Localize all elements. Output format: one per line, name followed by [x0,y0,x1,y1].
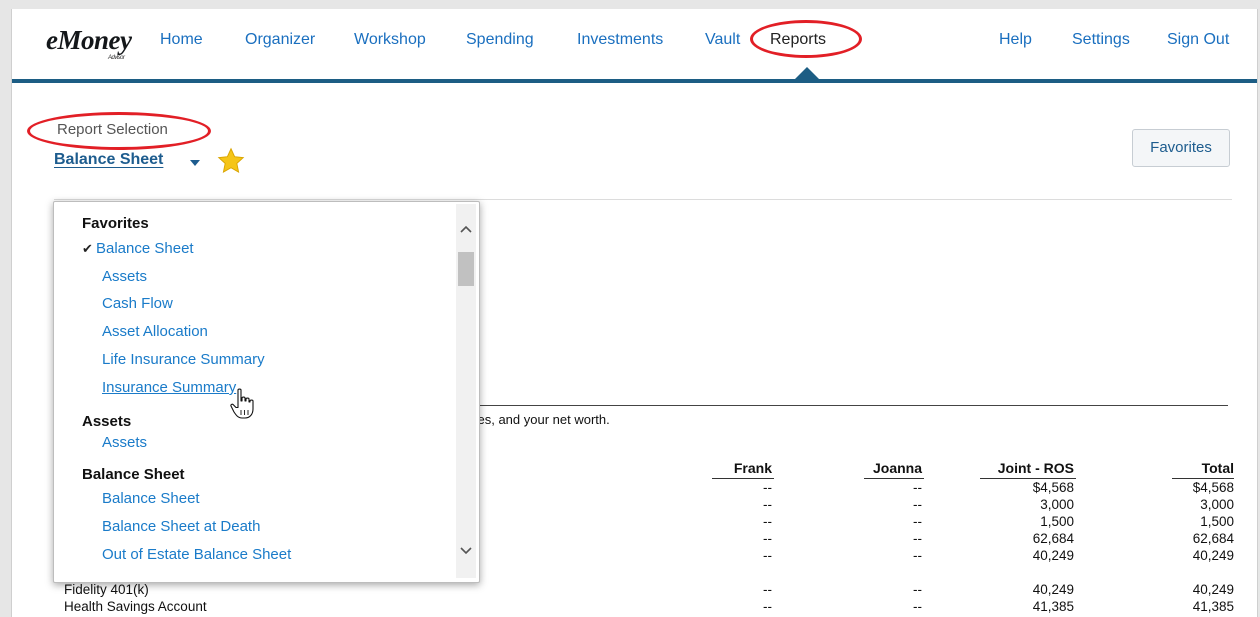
report-description: ties, and your net worth. [471,412,610,427]
nav-home[interactable]: Home [160,31,203,49]
favorites-button[interactable]: Favorites [1132,129,1230,167]
cell-joint: 62,684 [1032,531,1074,546]
menu-item-balance-sheet[interactable]: Balance Sheet [102,490,200,507]
cell-frank: -- [763,497,772,512]
cell-frank: -- [763,599,772,614]
menu-item-cash-flow[interactable]: Cash Flow [102,295,173,312]
cell-joint: 3,000 [1040,497,1074,512]
menu-item-assets[interactable]: Assets [102,434,147,451]
cell-joint: 41,385 [1032,599,1074,614]
report-dropdown-menu: Favorites ✔ Balance Sheet Assets Cash Flo… [53,201,480,583]
divider [54,199,1232,200]
cell-joint: 40,249 [1032,548,1074,563]
cell-joanna: -- [913,548,922,563]
column-underline [1172,478,1234,479]
menu-item-balance-sheet-at-death[interactable]: Balance Sheet at Death [102,518,260,535]
emoney-logo[interactable]: eMoney Advisor [46,25,132,61]
menu-item-balance-sheet[interactable]: ✔ Balance Sheet [82,240,194,257]
menu-item-out-of-estate-balance-sheet[interactable]: Out of Estate Balance Sheet [102,546,291,563]
cell-joint: $4,568 [1032,480,1074,495]
cell-total: 40,249 [1192,582,1234,597]
cell-frank: -- [763,480,772,495]
cell-joint: 1,500 [1040,514,1074,529]
menu-item-asset-allocation[interactable]: Asset Allocation [102,323,208,340]
cell-joanna: -- [913,582,922,597]
checkmark-icon: ✔ [82,241,93,256]
cell-joanna: -- [913,497,922,512]
active-nav-pointer [795,67,819,79]
nav-sign-out[interactable]: Sign Out [1167,31,1229,49]
column-header-joint-ros: Joint - ROS [997,460,1074,476]
nav-workshop[interactable]: Workshop [354,31,426,49]
app-window: eMoney Advisor Home Organizer Workshop S… [11,9,1258,617]
scroll-down-icon[interactable] [460,544,472,556]
menu-item-label: Balance Sheet [96,240,194,257]
menu-item-life-insurance-summary[interactable]: Life Insurance Summary [102,351,265,368]
menu-item-partially-visible[interactable] [102,572,106,582]
cell-joanna: -- [913,514,922,529]
cell-frank: -- [763,582,772,597]
row-label: Fidelity 401(k) [64,582,149,597]
nav-help[interactable]: Help [999,31,1032,49]
cell-frank: -- [763,514,772,529]
logo-subtext: Advisor [108,55,125,61]
cell-joanna: -- [913,531,922,546]
dropdown-scrollbar[interactable] [456,204,476,578]
report-selection-highlight-oval [27,112,211,150]
menu-item-assets[interactable]: Assets [102,268,147,285]
column-underline [864,478,924,479]
report-divider [452,405,1228,406]
cell-total: 40,249 [1192,548,1234,563]
scrollbar-thumb[interactable] [458,252,474,286]
group-heading-balance-sheet: Balance Sheet [82,466,185,483]
column-header-total: Total [1201,460,1234,476]
nav-spending[interactable]: Spending [466,31,534,49]
favorite-star-icon[interactable] [217,147,245,175]
cell-joint: 40,249 [1032,582,1074,597]
group-heading-favorites: Favorites [82,215,149,232]
cell-total: $4,568 [1192,480,1234,495]
column-header-joanna: Joanna [872,460,922,476]
cell-total: 1,500 [1200,514,1234,529]
menu-item-insurance-summary[interactable]: Insurance Summary [102,379,236,396]
row-label: Health Savings Account [64,599,207,614]
nav-organizer[interactable]: Organizer [245,31,315,49]
cell-total: 41,385 [1192,599,1234,614]
cell-joanna: -- [913,480,922,495]
cell-total: 3,000 [1200,497,1234,512]
hand-pointer-cursor-icon [230,388,254,419]
caret-down-icon[interactable] [190,160,200,166]
nav-vault[interactable]: Vault [705,31,740,49]
report-dropdown-toggle[interactable]: Balance Sheet [54,151,163,169]
logo-text: eMoney [46,25,132,55]
column-underline [712,478,774,479]
scroll-up-icon[interactable] [460,224,472,236]
cell-frank: -- [763,548,772,563]
cell-frank: -- [763,531,772,546]
nav-investments[interactable]: Investments [577,31,663,49]
nav-settings[interactable]: Settings [1072,31,1130,49]
cell-joanna: -- [913,599,922,614]
cell-total: 62,684 [1192,531,1234,546]
column-underline [980,478,1076,479]
reports-highlight-oval [750,20,862,58]
column-header-frank: Frank [733,460,772,476]
top-navigation-bar: eMoney Advisor Home Organizer Workshop S… [12,9,1257,83]
group-heading-assets: Assets [82,413,132,430]
